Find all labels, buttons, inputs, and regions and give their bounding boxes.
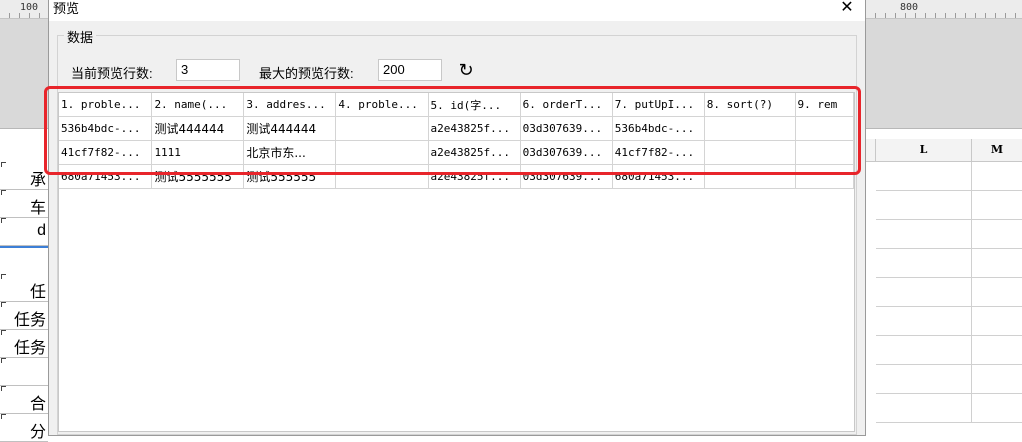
table-cell xyxy=(704,164,796,189)
column-header[interactable]: 1. proble... xyxy=(59,93,153,117)
column-header[interactable]: 7. putUpI... xyxy=(612,93,705,117)
table-cell: 680a71453... xyxy=(59,164,153,189)
ruler-number: 800 xyxy=(900,2,919,13)
column-header[interactable]: 6. orderT... xyxy=(520,93,613,117)
sheet-row[interactable] xyxy=(0,357,48,386)
sheet-cell[interactable] xyxy=(876,191,972,220)
preview-table: 1. proble... 2. name(... 3. addres... 4.… xyxy=(59,93,854,189)
table-header-row: 1. proble... 2. name(... 3. addres... 4.… xyxy=(59,93,854,117)
column-header[interactable]: 4. proble... xyxy=(335,93,429,117)
sheet-cell[interactable] xyxy=(972,191,1022,220)
current-rows-label: 当前预览行数: xyxy=(71,66,153,81)
table-cell xyxy=(704,140,796,165)
table-cell: 03d307639... xyxy=(520,116,613,141)
table-cell xyxy=(335,140,429,165)
column-header-M[interactable]: M xyxy=(972,139,1022,162)
table-row[interactable]: 680a71453... 测试5555555 测试555555 a2e43825… xyxy=(59,164,854,189)
sheet-cell[interactable] xyxy=(876,307,972,336)
column-header[interactable]: 8. sort(?) xyxy=(704,93,796,117)
column-header[interactable]: 9. rem xyxy=(795,93,854,117)
sheet-cell[interactable] xyxy=(972,220,1022,249)
table-cell xyxy=(795,140,854,165)
table-cell: 536b4bdc-... xyxy=(612,116,705,141)
table-cell: 680a71453... xyxy=(612,164,705,189)
sheet-cell[interactable] xyxy=(972,278,1022,307)
ruler-number: 100 xyxy=(20,2,39,13)
table-cell xyxy=(795,116,854,141)
ruler-strip: 800 xyxy=(866,0,1022,19)
max-rows-input[interactable]: 200 xyxy=(378,59,442,81)
table-cell: 03d307639... xyxy=(520,164,613,189)
sheet-cell[interactable] xyxy=(876,220,972,249)
sheet-row[interactable]: d xyxy=(0,217,48,246)
table-cell xyxy=(795,164,854,189)
sheet-cell[interactable] xyxy=(972,394,1022,423)
ruler-right: 800 xyxy=(866,0,1022,129)
sheet-cell[interactable] xyxy=(972,249,1022,278)
sheet-cell[interactable] xyxy=(876,365,972,394)
table-cell: a2e43825f... xyxy=(428,116,521,141)
preview-dialog: 预览 ✕ 数据 当前预览行数: 3 最大的预览行数: 200 ↻ 1. prob… xyxy=(48,0,866,436)
sheet-row[interactable]: 任务 xyxy=(0,329,48,358)
sheet-row[interactable]: 合 xyxy=(0,385,48,414)
column-header[interactable] xyxy=(866,139,876,162)
ruler-left: 100 xyxy=(0,0,48,129)
column-header[interactable]: 5. id(字... xyxy=(428,93,521,117)
table-cell xyxy=(335,164,429,189)
sheet-cell[interactable] xyxy=(972,365,1022,394)
sheet-row[interactable]: 承 xyxy=(0,161,48,190)
table-cell: 41cf7f82-... xyxy=(59,140,153,165)
column-header[interactable]: 2. name(... xyxy=(151,93,245,117)
column-header[interactable]: 3. addres... xyxy=(243,93,337,117)
sheet-cell[interactable] xyxy=(972,162,1022,191)
dialog-titlebar[interactable]: 预览 ✕ xyxy=(49,0,865,21)
table-cell: 41cf7f82-... xyxy=(612,140,705,165)
table-cell: 测试444444 xyxy=(151,116,245,141)
sheet-cell[interactable] xyxy=(972,307,1022,336)
sheet-row[interactable]: 任 xyxy=(0,273,48,302)
sheet-cell[interactable] xyxy=(876,278,972,307)
table-cell: 1111 xyxy=(151,140,245,165)
ruler-strip: 100 xyxy=(0,0,48,19)
group-title: 数据 xyxy=(64,27,97,46)
table-cell: 测试555555 xyxy=(243,164,337,189)
table-cell: a2e43825f... xyxy=(428,140,521,165)
table-cell: 03d307639... xyxy=(520,140,613,165)
sheet-right-cells: L M xyxy=(866,139,1022,432)
table-cell xyxy=(335,116,429,141)
sheet-cell[interactable] xyxy=(876,249,972,278)
sheet-row[interactable]: 任务 xyxy=(0,301,48,330)
sheet-left-cells: 承 车 d 任 任务 任务 合 分 xyxy=(0,139,48,442)
close-icon[interactable]: ✕ xyxy=(835,0,859,18)
sheet-cell[interactable] xyxy=(876,162,972,191)
table-row[interactable]: 536b4bdc-... 测试444444 测试444444 a2e43825f… xyxy=(59,116,854,141)
current-rows-input[interactable]: 3 xyxy=(176,59,240,81)
sheet-row[interactable]: 车 xyxy=(0,189,48,218)
table-cell xyxy=(704,116,796,141)
table-cell: 测试5555555 xyxy=(151,164,245,189)
sheet-cell[interactable] xyxy=(876,336,972,365)
table-cell: 北京市东... xyxy=(243,140,337,165)
table-cell: a2e43825f... xyxy=(428,164,521,189)
column-header-L[interactable]: L xyxy=(876,139,972,162)
sheet-cell[interactable] xyxy=(972,336,1022,365)
selection-indicator xyxy=(0,246,48,248)
table-row[interactable]: 41cf7f82-... 1111 北京市东... a2e43825f... 0… xyxy=(59,140,854,165)
refresh-icon[interactable]: ↻ xyxy=(455,59,477,81)
dialog-title: 预览 xyxy=(53,1,80,16)
sheet-cell[interactable] xyxy=(876,394,972,423)
max-rows-label: 最大的预览行数: xyxy=(259,66,354,81)
table-cell: 536b4bdc-... xyxy=(59,116,153,141)
preview-table-container[interactable]: 1. proble... 2. name(... 3. addres... 4.… xyxy=(58,92,855,432)
sheet-row[interactable]: 分 xyxy=(0,413,48,442)
table-cell: 测试444444 xyxy=(243,116,337,141)
